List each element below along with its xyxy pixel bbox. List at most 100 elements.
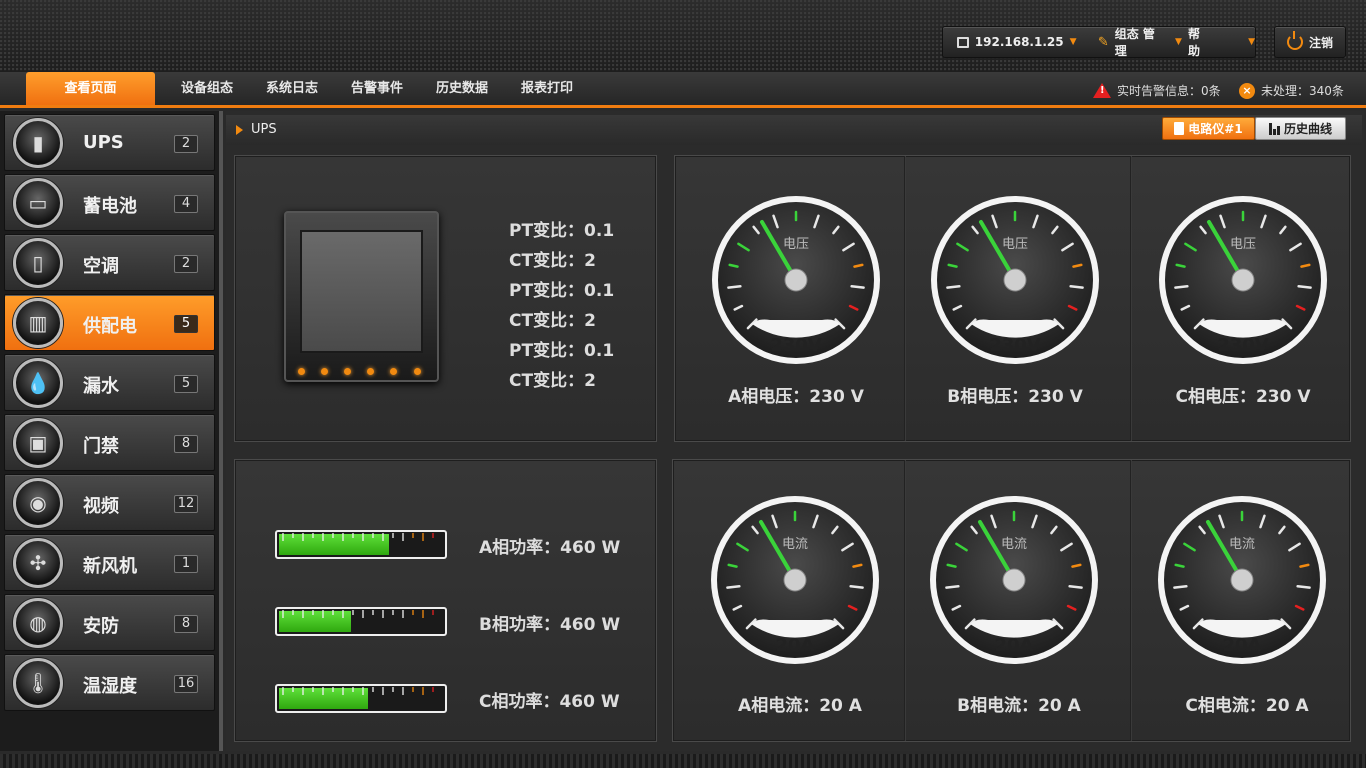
sidebar-scrollbar[interactable]: [219, 111, 223, 751]
sidebar-item[interactable]: ▭ 蓄电池 4: [4, 174, 215, 231]
history-curve-button[interactable]: 历史曲线: [1255, 117, 1346, 140]
ratio-text: CT变比：2: [509, 251, 596, 271]
tab-history-data[interactable]: 历史数据: [426, 72, 498, 105]
gauge-unit-label: 电压: [1229, 237, 1256, 252]
sidebar-item-label: 漏水: [83, 376, 119, 397]
power-distribution-icon: ▥: [13, 298, 63, 348]
footer-strip: [0, 754, 1366, 768]
gauge-unit-label: 电流: [1000, 537, 1027, 552]
breadcrumb-label: UPS: [251, 122, 277, 137]
more-dropdown-icon[interactable]: ▼: [1248, 37, 1255, 47]
ratio-text: PT变比：0.1: [509, 341, 615, 361]
sidebar-item[interactable]: ✣ 新风机 1: [4, 534, 215, 591]
logout-button[interactable]: 注销: [1274, 26, 1346, 58]
sidebar-item-label: 新风机: [83, 556, 137, 577]
ratio-text: CT变比：2: [509, 311, 596, 331]
battery-icon: ▭: [13, 178, 63, 228]
help-dropdown-icon[interactable]: ▼: [1175, 37, 1182, 47]
unhandled-text: 未处理：340条: [1261, 84, 1344, 98]
ip-dropdown-icon[interactable]: ▼: [1070, 37, 1077, 47]
current-caption: A相电流：20 A: [738, 696, 862, 716]
gauge-readout: 230V: [1217, 335, 1269, 356]
monitor-icon: [957, 36, 969, 48]
ups-icon: ▮: [13, 118, 63, 168]
meter-led: [321, 368, 328, 375]
gauge-unit-label: 电压: [782, 237, 809, 252]
thermometer-icon: 🌡: [13, 658, 63, 708]
meter-led: [414, 368, 421, 375]
sidebar-item-count: 4: [174, 195, 198, 213]
sidebar-item-count: 1: [174, 555, 198, 573]
close-circle-icon: ×: [1239, 82, 1255, 99]
config-manage-link[interactable]: 组态 管理: [1115, 25, 1156, 59]
tab-alarm-events[interactable]: 告警事件: [341, 72, 413, 105]
sidebar-item-label: 温湿度: [83, 676, 137, 697]
breadcrumb: UPS: [236, 122, 277, 137]
unhandled-status[interactable]: × 未处理：340条: [1239, 82, 1344, 99]
sidebar-item-count: 8: [174, 615, 198, 633]
alarm-info-text: 实时告警信息：0条: [1117, 84, 1221, 98]
air-conditioner-icon: ▯: [13, 238, 63, 288]
meter-led: [367, 368, 374, 375]
power-icon: [1286, 31, 1303, 50]
sidebar-item[interactable]: ▮ UPS 2: [4, 114, 215, 171]
help-link[interactable]: 帮助: [1188, 25, 1207, 59]
water-leak-icon: 💧: [13, 358, 63, 408]
history-button-label: 历史曲线: [1283, 122, 1332, 136]
power-bar-ticks: [282, 533, 434, 541]
sidebar-item-count: 5: [174, 375, 198, 393]
gauge-readout: 20A: [994, 635, 1034, 656]
power-bar: [275, 607, 447, 636]
gauge-readout: 230V: [770, 335, 822, 356]
sidebar-item-count: 2: [174, 135, 198, 153]
power-bar-ticks: [282, 610, 434, 618]
meter-screen: [300, 230, 423, 353]
camera-icon: ◉: [13, 478, 63, 528]
tab-device-config[interactable]: 设备组态: [170, 72, 244, 105]
warning-icon: [1093, 83, 1111, 98]
device-icon: [1174, 122, 1185, 135]
access-control-icon: ▣: [13, 418, 63, 468]
breadcrumb-arrow-icon: [236, 124, 243, 135]
ip-address[interactable]: 192.168.1.25: [975, 35, 1064, 49]
top-toolbar: 192.168.1.25 ▼ ✎ 组态 管理 ▼ 帮助 ▼: [942, 26, 1256, 58]
sidebar-item-label: 门禁: [83, 436, 119, 457]
gauge-unit-label: 电流: [1228, 537, 1255, 552]
sidebar-item[interactable]: ▥ 供配电 5: [4, 294, 215, 351]
divider: [1130, 156, 1131, 441]
sidebar-item[interactable]: 🌡 温湿度 16: [4, 654, 215, 711]
meter-led: [298, 368, 305, 375]
current-caption: B相电流：20 A: [957, 696, 1081, 716]
sidebar-item-label: 空调: [83, 256, 119, 277]
bar-chart-icon: [1268, 122, 1280, 135]
sidebar-item[interactable]: ▯ 空调 2: [4, 234, 215, 291]
sidebar-item[interactable]: 💧 漏水 5: [4, 354, 215, 411]
gauge-unit-label: 电压: [1001, 237, 1028, 252]
gauge-readout: 20A: [775, 635, 815, 656]
fan-icon: ✣: [13, 538, 63, 588]
alarm-status[interactable]: 实时告警信息：0条: [1093, 82, 1221, 99]
sidebar-item-label: 供配电: [83, 316, 137, 337]
power-bar-ticks: [282, 687, 434, 695]
device-select-button[interactable]: 电路仪#1: [1162, 117, 1255, 140]
sidebar-item[interactable]: ◉ 视频 12: [4, 474, 215, 531]
voltage-caption: B相电压：230 V: [947, 387, 1083, 407]
gauge-unit-label: 电流: [781, 537, 808, 552]
tab-view-page[interactable]: 查看页面: [26, 72, 155, 105]
device-button-label: 电路仪#1: [1188, 122, 1243, 136]
security-icon: ◍: [13, 598, 63, 648]
sidebar-item[interactable]: ◍ 安防 8: [4, 594, 215, 651]
logout-label: 注销: [1308, 35, 1333, 50]
sidebar-item-count: 5: [174, 315, 198, 333]
sidebar-item-label: 蓄电池: [83, 196, 137, 217]
sidebar-item[interactable]: ▣ 门禁 8: [4, 414, 215, 471]
tab-system-log[interactable]: 系统日志: [256, 72, 328, 105]
tab-report-print[interactable]: 报表打印: [511, 72, 583, 105]
power-caption: B相功率：460 W: [479, 615, 621, 635]
sidebar-item-label: UPS: [83, 132, 124, 153]
sidebar-item-count: 12: [174, 495, 198, 513]
power-caption: C相功率：460 W: [479, 692, 620, 712]
ratio-text: PT变比：0.1: [509, 281, 615, 301]
power-caption: A相功率：460 W: [479, 538, 621, 558]
sidebar-item-label: 视频: [83, 496, 119, 517]
